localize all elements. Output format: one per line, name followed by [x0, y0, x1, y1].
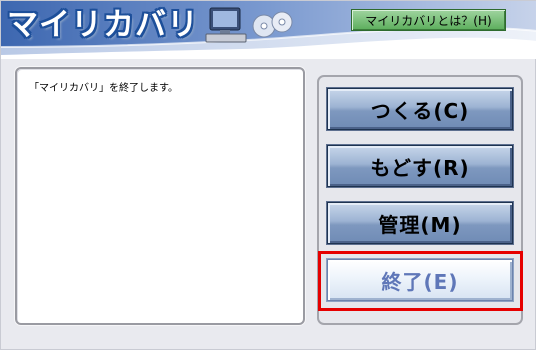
pc-with-discs-icon: [205, 7, 293, 43]
create-button[interactable]: つくる(C): [327, 88, 513, 130]
restore-button[interactable]: もどす(R): [327, 145, 513, 187]
help-button[interactable]: マイリカバリとは？(H): [351, 9, 506, 31]
restore-button-label: もどす(R): [370, 155, 470, 180]
exit-button-highlight: [318, 251, 523, 311]
manage-button-label: 管理(M): [378, 212, 462, 237]
create-button-label: つくる(C): [370, 98, 470, 123]
header-banner: マイリカバリ マイリカバリとは？(H): [1, 1, 536, 59]
message-text: 「マイリカバリ」を終了します。: [29, 83, 178, 94]
app-window: マイリカバリ マイリカバリとは？(H) 「マイリカバリ」を終了します。 つくる(…: [0, 0, 536, 350]
message-panel: 「マイリカバリ」を終了します。: [15, 67, 305, 325]
app-logo: マイリカバリ: [7, 7, 199, 43]
manage-button[interactable]: 管理(M): [327, 202, 513, 244]
